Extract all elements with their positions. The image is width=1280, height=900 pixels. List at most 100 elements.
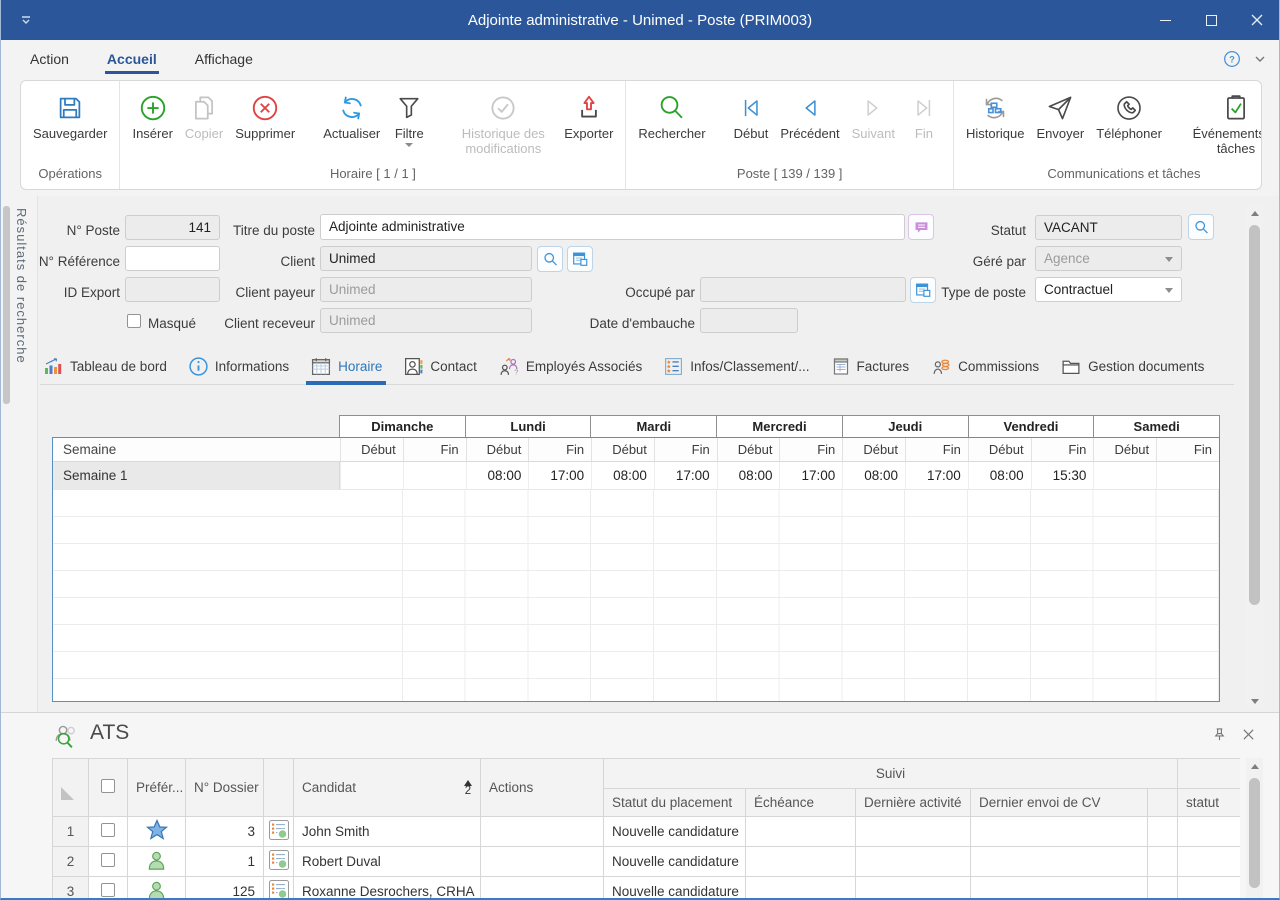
actions-cell[interactable] (481, 817, 604, 847)
content-scrollbar[interactable] (1246, 205, 1263, 710)
export-button[interactable]: Exporter (558, 88, 619, 143)
statut-search-button[interactable] (1188, 214, 1214, 240)
week-label[interactable]: Semaine 1 (53, 462, 340, 490)
candidate-file-icon[interactable] (268, 849, 290, 871)
menu-tab-action[interactable]: Action (22, 40, 77, 78)
column-header-derniere-activite[interactable]: Dernière activité (856, 789, 971, 817)
candidate-name[interactable]: John Smith (294, 817, 481, 847)
delete-button[interactable]: Supprimer (229, 88, 301, 143)
dossier-number[interactable]: 125 (186, 877, 264, 900)
row-checkbox-cell[interactable] (89, 847, 128, 877)
row-checkbox-cell[interactable] (89, 817, 128, 847)
placement-status[interactable]: Nouvelle candidature (604, 817, 746, 847)
placement-status[interactable]: Nouvelle candidature (604, 877, 746, 900)
scroll-up-arrow[interactable] (1246, 758, 1263, 775)
candidate-row[interactable]: 3 125 Roxanne Desrochers, CRHA Nouvelle … (53, 877, 1241, 900)
select-all-checkbox-header[interactable] (89, 759, 128, 817)
schedule-cell[interactable]: 08:00 (968, 462, 1031, 490)
insert-button[interactable]: Insérer (126, 88, 178, 143)
client-field[interactable]: Unimed (320, 246, 532, 271)
history-button[interactable]: Historique (960, 88, 1031, 143)
row-number[interactable]: 3 (53, 877, 89, 900)
preferred-status-icon[interactable] (145, 890, 168, 900)
schedule-cell[interactable]: 08:00 (591, 462, 654, 490)
column-header-candidat[interactable]: Candidat 2 (294, 759, 481, 817)
candidate-row[interactable]: 2 1 Robert Duval Nouvelle candidature (53, 847, 1241, 877)
tab-horaire[interactable]: Horaire (308, 348, 384, 384)
column-header-icon[interactable] (264, 759, 294, 817)
maximize-button[interactable] (1188, 0, 1234, 40)
candidate-file-icon[interactable] (268, 819, 290, 841)
gere-par-select[interactable]: Agence (1035, 246, 1182, 271)
preferred-status-icon[interactable] (145, 860, 168, 875)
placement-status[interactable]: Nouvelle candidature (604, 847, 746, 877)
menu-tab-accueil[interactable]: Accueil (99, 40, 165, 78)
column-header-dossier[interactable]: N° Dossier (186, 759, 264, 817)
dossier-number[interactable]: 3 (186, 817, 264, 847)
events-tasks-button[interactable]: Événements et tâches (1184, 88, 1262, 158)
tab-commissions[interactable]: Commissions (928, 348, 1041, 384)
type-poste-select[interactable]: Contractuel (1035, 277, 1182, 302)
scrollbar-thumb[interactable] (1249, 778, 1260, 888)
scrollbar-thumb[interactable] (1249, 225, 1260, 605)
refresh-button[interactable]: Actualiser (317, 88, 386, 143)
tab-contact[interactable]: Contact (401, 348, 479, 384)
schedule-cell[interactable]: 15:30 (1031, 462, 1094, 490)
tab-factures[interactable]: Factures (829, 348, 912, 384)
filter-button[interactable]: Filtre (386, 88, 432, 149)
tab-tableau-de-bord[interactable]: Tableau de bord (40, 348, 169, 384)
client-receveur-field[interactable]: Unimed (320, 308, 532, 333)
client-payeur-field[interactable]: Unimed (320, 277, 532, 302)
candidate-name[interactable]: Roxanne Desrochers, CRHA (294, 877, 481, 900)
panel-handle[interactable] (3, 206, 10, 404)
menu-tab-affichage[interactable]: Affichage (187, 40, 261, 78)
checkbox[interactable] (101, 853, 115, 867)
first-record-button[interactable]: Début (728, 88, 775, 143)
schedule-cell[interactable]: 08:00 (466, 462, 529, 490)
schedule-cell[interactable] (403, 462, 466, 490)
minimize-button[interactable] (1142, 0, 1188, 40)
checkbox[interactable] (101, 883, 115, 897)
preferred-status-icon[interactable] (145, 830, 169, 845)
row-number[interactable]: 1 (53, 817, 89, 847)
checkbox[interactable] (101, 779, 115, 793)
collapse-ribbon-icon[interactable] (1254, 53, 1266, 65)
statut-field[interactable]: VACANT (1035, 215, 1182, 240)
help-icon[interactable]: ? (1222, 49, 1242, 69)
checkbox[interactable] (101, 823, 115, 837)
pin-icon[interactable] (1212, 727, 1227, 742)
titre-field[interactable]: Adjointe administrative (320, 214, 905, 240)
column-header-actions[interactable]: Actions (481, 759, 604, 817)
schedule-cell[interactable]: 17:00 (779, 462, 842, 490)
schedule-cell[interactable]: 08:00 (717, 462, 780, 490)
close-button[interactable] (1234, 0, 1280, 40)
candidate-name[interactable]: Robert Duval (294, 847, 481, 877)
tab-gestion-documents[interactable]: Gestion documents (1058, 348, 1206, 384)
date-embauche-field[interactable] (700, 308, 798, 333)
candidate-row[interactable]: 1 3 John Smith Nouvelle candidature (53, 817, 1241, 847)
schedule-cell[interactable] (1156, 462, 1219, 490)
column-header-echeance[interactable]: Échéance (746, 789, 856, 817)
scroll-up-arrow[interactable] (1246, 205, 1263, 222)
schedule-cell[interactable]: 17:00 (528, 462, 591, 490)
client-browse-button[interactable] (567, 246, 593, 272)
column-header-prefere[interactable]: Préfér... (128, 759, 186, 817)
select-all-corner[interactable] (53, 759, 89, 817)
close-panel-icon[interactable] (1242, 728, 1255, 741)
schedule-week-row[interactable]: Semaine 1 08:00 17:00 08:00 17:00 08:00 … (53, 462, 1219, 490)
save-button[interactable]: Sauvegarder (27, 88, 113, 143)
masque-checkbox[interactable] (127, 314, 141, 328)
phone-button[interactable]: Téléphoner (1090, 88, 1168, 143)
send-button[interactable]: Envoyer (1030, 88, 1090, 143)
dossier-number[interactable]: 1 (186, 847, 264, 877)
quick-access-icon[interactable] (18, 12, 34, 28)
tab-employes-associes[interactable]: ? Employés Associés (496, 348, 644, 384)
row-number[interactable]: 2 (53, 847, 89, 877)
client-search-button[interactable] (537, 246, 563, 272)
column-header-dernier-envoi-cv[interactable]: Dernier envoi de CV (971, 789, 1148, 817)
schedule-cell[interactable] (1093, 462, 1156, 490)
column-header-statut[interactable]: statut (1178, 789, 1240, 817)
schedule-cell[interactable]: 08:00 (842, 462, 905, 490)
schedule-cell[interactable] (340, 462, 403, 490)
ats-scrollbar[interactable] (1246, 758, 1263, 900)
